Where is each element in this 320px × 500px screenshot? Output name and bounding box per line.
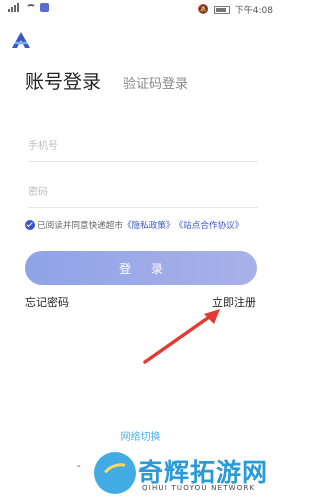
app-logo-icon	[12, 32, 30, 48]
watermark-globe-icon	[94, 452, 136, 494]
app-notification-icon	[40, 3, 49, 12]
phone-field-wrapper	[28, 132, 258, 162]
agreement-row: 已阅读并同意快递超市 《隐私政策》 《站点合作协议》	[25, 219, 243, 231]
signal-icon	[8, 3, 22, 12]
red-arrow-annotation	[143, 309, 220, 364]
watermark-dash: -	[77, 461, 81, 472]
tab-code-login[interactable]: 验证码登录	[123, 73, 188, 92]
tab-account-login[interactable]: 账号登录	[25, 67, 101, 94]
login-button[interactable]: 登 录	[25, 251, 257, 285]
cooperation-agreement-link[interactable]: 《站点合作协议》	[175, 219, 244, 231]
password-input[interactable]	[28, 178, 258, 207]
privacy-policy-link[interactable]: 《隐私政策》	[123, 219, 175, 231]
status-left-icons	[8, 3, 49, 12]
wifi-icon	[26, 3, 36, 12]
network-switch-link[interactable]: 网络切换	[0, 428, 281, 443]
status-time: 下午4:08	[234, 6, 273, 16]
agreement-text: 已阅读并同意快递超市	[37, 221, 123, 231]
agreement-checkbox[interactable]	[25, 220, 35, 230]
login-tabs: 账号登录 验证码登录	[25, 67, 188, 94]
phone-input[interactable]	[28, 132, 258, 161]
battery-icon	[213, 5, 230, 14]
mute-icon: 🔕	[197, 4, 209, 15]
watermark-logo: 奇辉拓游网 QIHUI TUOYOU NETWORK	[82, 450, 281, 500]
status-right-icons: 🔕 下午4:08	[197, 3, 273, 17]
forgot-password-link[interactable]: 忘记密码	[25, 294, 69, 310]
watermark-subtitle: QIHUI TUOYOU NETWORK	[142, 484, 256, 492]
status-bar: 🔕 下午4:08	[0, 0, 281, 18]
password-field-wrapper	[28, 178, 258, 208]
